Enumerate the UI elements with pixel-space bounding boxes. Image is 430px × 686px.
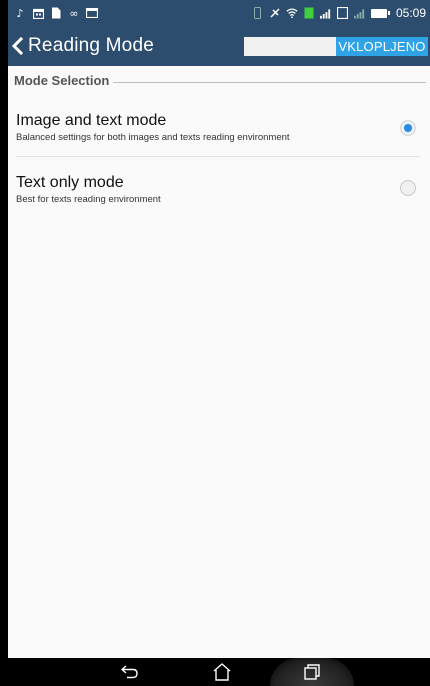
signal-icon xyxy=(319,7,332,19)
option-image-and-text[interactable]: Image and text mode Balanced settings fo… xyxy=(8,104,430,160)
sim2-icon xyxy=(337,7,349,19)
back-button[interactable]: Reading Mode xyxy=(8,26,154,66)
back-icon xyxy=(120,665,138,679)
section-header: Mode Selection xyxy=(14,72,426,88)
navigation-bar xyxy=(8,658,430,686)
nav-back-button[interactable] xyxy=(118,662,142,682)
nav-home-button[interactable] xyxy=(210,662,234,682)
toggle-label: VKLOPLJENO xyxy=(336,37,428,56)
home-icon xyxy=(213,663,231,681)
status-right: 05:09 xyxy=(252,6,430,20)
mail-icon xyxy=(86,7,98,19)
radio-image-and-text[interactable] xyxy=(400,120,416,136)
option-subtitle: Balanced settings for both images and te… xyxy=(16,132,290,143)
no-signal-icon xyxy=(269,7,281,19)
chevron-left-icon xyxy=(10,36,24,56)
infinity-icon: ∞ xyxy=(69,6,79,20)
reading-mode-toggle[interactable]: VKLOPLJENO xyxy=(244,37,428,56)
nav-recents-button[interactable] xyxy=(300,662,324,682)
section-title: Mode Selection xyxy=(14,72,110,88)
option-divider xyxy=(16,156,420,157)
recents-icon xyxy=(304,664,320,680)
music-note-icon: ♪ xyxy=(16,6,24,20)
status-time: 05:09 xyxy=(395,6,426,20)
battery-icon xyxy=(370,8,390,18)
phone-screen: ♪ ∞ 05:09 Reading Mode VKLOPLJENO Mode S… xyxy=(8,0,430,686)
section-divider xyxy=(113,81,426,83)
vibrate-icon xyxy=(252,7,264,19)
page-title: Reading Mode xyxy=(28,35,154,56)
file-icon xyxy=(50,7,62,19)
option-text-only[interactable]: Text only mode Best for texts reading en… xyxy=(8,166,430,222)
status-left: ♪ ∞ xyxy=(8,7,98,19)
data-icon xyxy=(303,7,315,19)
option-title: Text only mode xyxy=(16,174,124,191)
signal-weak-icon xyxy=(353,7,366,19)
wifi-icon xyxy=(286,7,298,19)
toggle-track xyxy=(244,37,336,56)
settings-content: Mode Selection Image and text mode Balan… xyxy=(8,66,430,658)
option-subtitle: Best for texts reading environment xyxy=(16,194,161,205)
calendar-icon xyxy=(32,7,44,19)
status-bar: ♪ ∞ 05:09 xyxy=(8,0,430,26)
option-title: Image and text mode xyxy=(16,112,167,129)
app-bar: Reading Mode VKLOPLJENO xyxy=(8,26,430,66)
radio-text-only[interactable] xyxy=(400,180,416,196)
